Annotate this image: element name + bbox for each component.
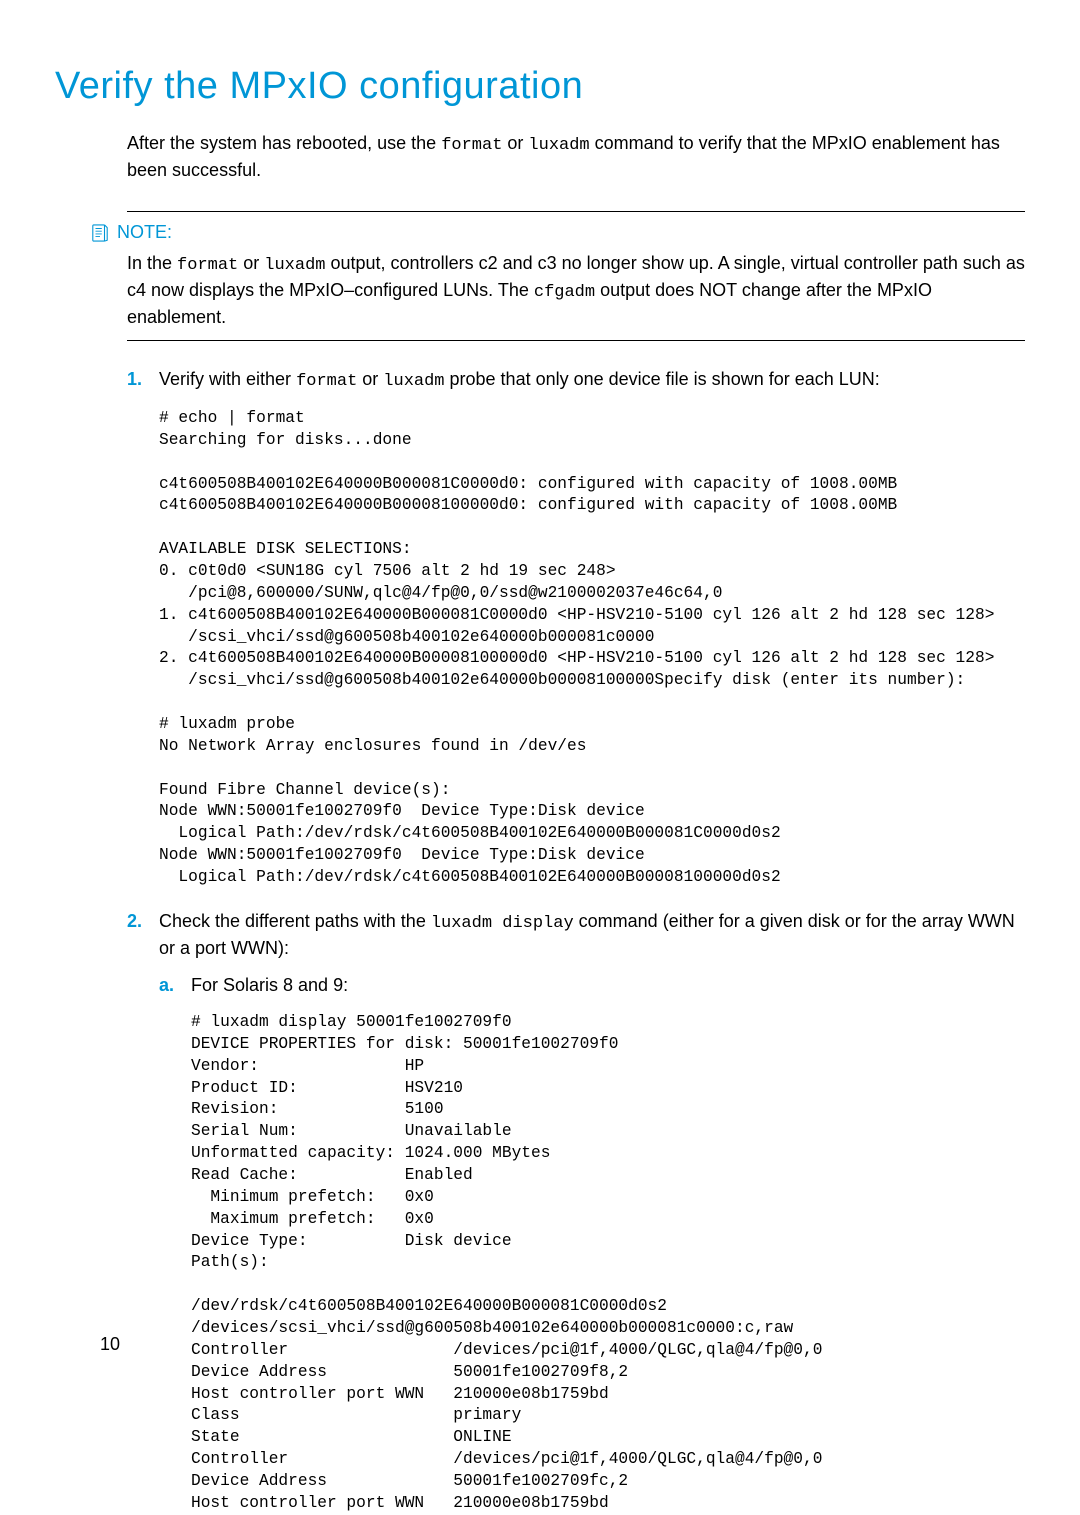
step-1-text: Verify with either format or luxadm prob… xyxy=(159,367,1025,394)
step1-post: probe that only one device file is shown… xyxy=(445,369,880,389)
step-2a-number: a. xyxy=(159,973,181,998)
step-list: 1. Verify with either format or luxadm p… xyxy=(127,367,1025,1515)
step2-pre: Check the different paths with the xyxy=(159,911,431,931)
step-1-number: 1. xyxy=(127,367,149,392)
step-2a-code: # luxadm display 50001fe1002709f0 DEVICE… xyxy=(191,1012,1025,1515)
intro-cmd-format: format xyxy=(441,136,502,155)
step1-pre: Verify with either xyxy=(159,369,296,389)
note-cmd-format: format xyxy=(177,256,238,275)
section-heading: Verify the MPxIO configuration xyxy=(55,60,1025,113)
note-icon xyxy=(91,224,109,242)
step1-mid1: or xyxy=(357,369,383,389)
note-label: NOTE: xyxy=(117,220,172,245)
step-1-code: # echo | format Searching for disks...do… xyxy=(159,408,1025,889)
intro-pre: After the system has rebooted, use the xyxy=(127,133,441,153)
step-2: 2. Check the different paths with the lu… xyxy=(127,909,1025,1515)
note-rule-top xyxy=(127,211,1025,212)
note-cmd-cfgadm: cfgadm xyxy=(534,283,595,302)
step1-cmd-format: format xyxy=(296,372,357,391)
note-header: NOTE: xyxy=(91,220,1025,245)
step-2-sublist: a. For Solaris 8 and 9: # luxadm display… xyxy=(159,973,1025,1515)
step1-cmd-luxadm: luxadm xyxy=(383,372,444,391)
note-block: NOTE: In the format or luxadm output, co… xyxy=(127,211,1025,341)
step-2a-text: For Solaris 8 and 9: xyxy=(191,973,348,998)
step-2-text: Check the different paths with the luxad… xyxy=(159,909,1025,961)
step-2-number: 2. xyxy=(127,909,149,934)
note-rule-bottom xyxy=(127,340,1025,341)
step2-cmd: luxadm display xyxy=(431,914,574,933)
step-1: 1. Verify with either format or luxadm p… xyxy=(127,367,1025,889)
note-body: In the format or luxadm output, controll… xyxy=(127,251,1025,330)
intro-cmd-luxadm: luxadm xyxy=(528,136,589,155)
note-pre: In the xyxy=(127,253,177,273)
note-mid1: or xyxy=(238,253,264,273)
intro-paragraph: After the system has rebooted, use the f… xyxy=(127,131,1025,183)
page-number: 10 xyxy=(100,1332,120,1357)
intro-mid1: or xyxy=(502,133,528,153)
note-cmd-luxadm: luxadm xyxy=(264,256,325,275)
